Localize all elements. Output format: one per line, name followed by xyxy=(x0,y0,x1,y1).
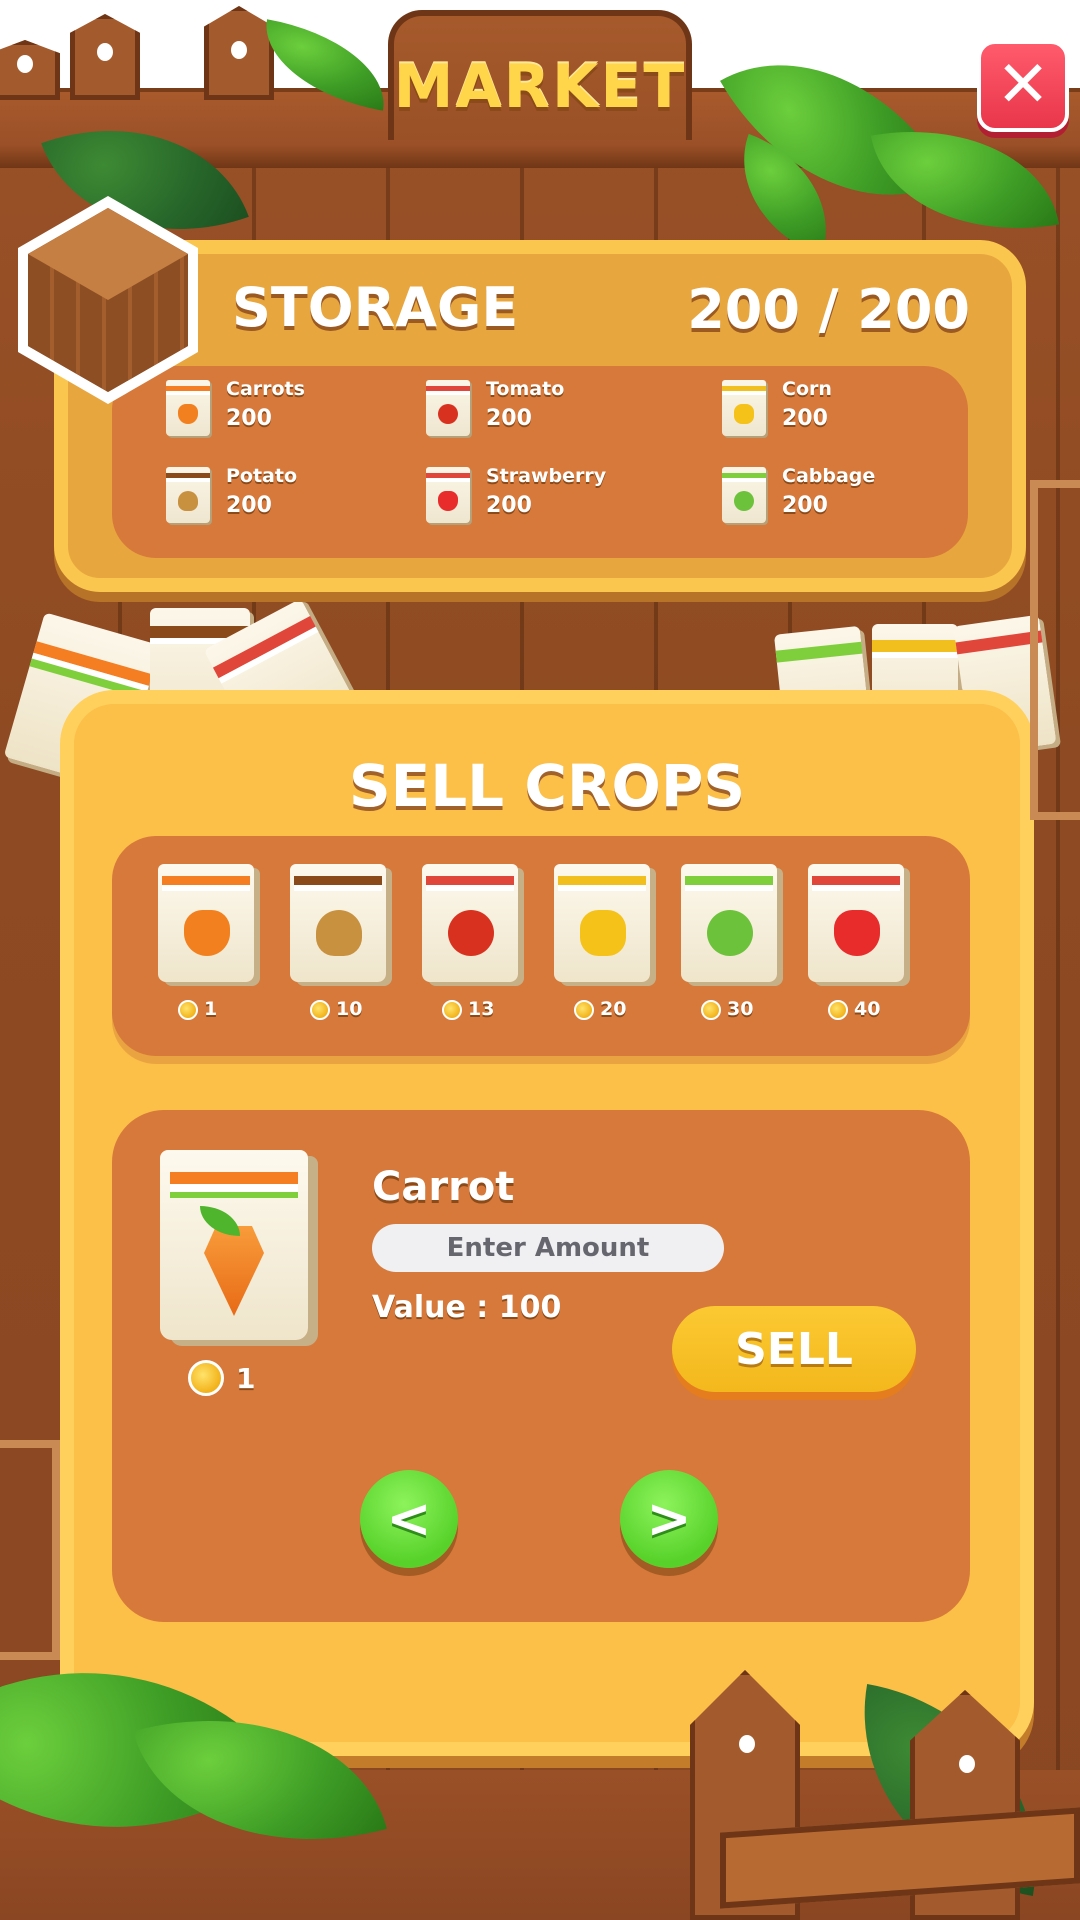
carrot-leaf-icon xyxy=(200,1206,240,1236)
close-button[interactable]: ✕ xyxy=(977,40,1069,132)
tomato-icon xyxy=(422,864,518,982)
cabbage-icon xyxy=(681,864,777,982)
storage-item-potato: Potato 200 xyxy=(166,465,416,531)
next-crop-button[interactable]: > xyxy=(620,1470,718,1568)
storage-item-cabbage: Cabbage 200 xyxy=(722,465,972,531)
page-title: MARKET xyxy=(393,52,687,122)
corn-icon xyxy=(722,380,766,436)
sale-value: Value : 100 xyxy=(372,1290,562,1325)
coin-icon xyxy=(178,1000,198,1020)
tomato-icon xyxy=(426,380,470,436)
storage-item-corn: Corn 200 xyxy=(722,378,972,444)
coin-icon xyxy=(701,1000,721,1020)
crop-option-strawberry[interactable]: 40 xyxy=(808,864,918,1024)
crop-option-cabbage[interactable]: 30 xyxy=(681,864,791,1024)
selected-crop-packet xyxy=(160,1150,308,1340)
selected-crop-price: 1 xyxy=(236,1362,256,1395)
coin-icon xyxy=(310,1000,330,1020)
storage-title: STORAGE xyxy=(232,276,519,339)
sell-button[interactable]: SELL xyxy=(672,1306,916,1392)
coin-icon xyxy=(828,1000,848,1020)
selected-crop-name: Carrot xyxy=(372,1164,515,1210)
storage-capacity: 200 / 200 xyxy=(687,278,970,341)
strawberry-icon xyxy=(808,864,904,982)
crop-option-corn[interactable]: 20 xyxy=(554,864,664,1024)
storage-item-strawberry: Strawberry 200 xyxy=(426,465,676,531)
coin-icon xyxy=(574,1000,594,1020)
storage-item-carrots: Carrots 200 xyxy=(166,378,416,444)
amount-input[interactable] xyxy=(372,1224,724,1272)
crop-option-potato[interactable]: 10 xyxy=(290,864,400,1024)
storage-item-tomato: Tomato 200 xyxy=(426,378,676,444)
crate-decoration xyxy=(1030,480,1080,820)
potato-icon xyxy=(290,864,386,982)
cabbage-icon xyxy=(722,467,766,523)
coin-icon xyxy=(188,1360,224,1396)
potato-icon xyxy=(166,467,210,523)
carrot-icon xyxy=(204,1226,264,1316)
sell-crops-title: SELL CROPS xyxy=(348,752,746,820)
corn-icon xyxy=(554,864,650,982)
strawberry-icon xyxy=(426,467,470,523)
previous-crop-button[interactable]: < xyxy=(360,1470,458,1568)
carrot-icon xyxy=(158,864,254,982)
crop-option-carrot[interactable]: 1 xyxy=(158,864,268,1024)
crop-option-tomato[interactable]: 13 xyxy=(422,864,532,1024)
crate-decoration xyxy=(0,1440,60,1660)
carrot-icon xyxy=(166,380,210,436)
coin-icon xyxy=(442,1000,462,1020)
